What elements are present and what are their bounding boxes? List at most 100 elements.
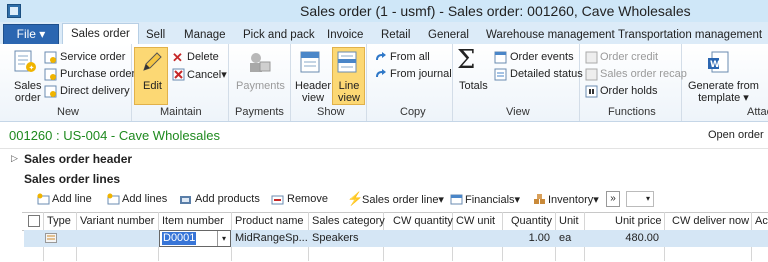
svg-text:W: W — [710, 60, 720, 70]
from-journal-button[interactable]: From journal — [390, 68, 452, 80]
add-products-button[interactable]: Add products — [195, 193, 260, 205]
order-holds-button[interactable]: Order holds — [600, 85, 657, 97]
copy-from-all-icon — [376, 52, 386, 60]
add-lines-button[interactable]: Add lines — [122, 193, 167, 205]
order-credit-icon — [585, 51, 598, 64]
toolbar-dropdown[interactable]: ▾ — [626, 191, 654, 207]
remove-icon — [271, 195, 284, 205]
delete-icon: ✕ — [172, 50, 183, 65]
order-holds-icon — [585, 85, 598, 98]
generate-from-template-button[interactable]: Generate from template ▾ — [688, 80, 759, 104]
ribbon-group-copy-label: Copy — [400, 106, 426, 118]
edit-label: Edit — [143, 80, 162, 92]
inventory-menu[interactable]: Inventory▾ — [548, 193, 599, 206]
service-order-button[interactable]: Service order — [60, 51, 125, 63]
tab-transportation-management[interactable]: Transportation management — [618, 26, 762, 44]
tab-sell[interactable]: Sell — [146, 26, 165, 44]
column-header-quantity[interactable]: Quantity — [511, 212, 552, 230]
dropdown-arrow-icon: ▾ — [645, 194, 650, 203]
purchase-order-icon — [44, 68, 57, 81]
tab-retail[interactable]: Retail — [381, 26, 410, 44]
item-number-value: D0001 — [162, 232, 197, 245]
sigma-icon: Σ — [457, 45, 476, 75]
more-commands-button[interactable]: » — [606, 191, 620, 207]
sales-order-line-menu[interactable]: Sales order line▾ — [362, 193, 444, 206]
tab-warehouse-management[interactable]: Warehouse management — [486, 26, 615, 44]
financials-menu[interactable]: Financials▾ — [465, 193, 520, 206]
line-type-icon — [45, 233, 57, 243]
svg-text:✦: ✦ — [29, 64, 35, 72]
add-line-button[interactable]: Add line — [52, 193, 92, 205]
sales-order-label-line2: order — [14, 92, 41, 104]
column-header-product-name[interactable]: Product name — [235, 212, 303, 230]
purchase-order-button[interactable]: Purchase order — [60, 68, 135, 80]
header-view-label-line2: view — [302, 92, 325, 104]
title-bar: Sales order (1 - usmf) - Sales order: 00… — [0, 0, 768, 22]
column-header-sales-category[interactable]: Sales category — [312, 212, 385, 230]
service-order-icon — [44, 51, 57, 64]
item-number-input[interactable]: D0001 ▾ — [159, 230, 231, 247]
tab-invoice[interactable]: Invoice — [327, 26, 363, 44]
line-view-icon — [337, 51, 357, 73]
column-header-truncated[interactable]: Ac — [755, 212, 768, 230]
column-header-cw-unit[interactable]: CW unit — [456, 212, 495, 230]
totals-button[interactable]: Totals — [459, 80, 488, 92]
unit-price-cell[interactable]: 480.00 — [584, 231, 659, 246]
cancel-button[interactable]: Cancel▾ — [187, 68, 227, 81]
item-number-dropdown-icon[interactable]: ▾ — [217, 231, 230, 246]
ribbon-group-attach-label: Attac — [747, 106, 768, 118]
record-info-bar: 001260 : US-004 - Cave Wholesales Open o… — [0, 122, 768, 149]
sales-order-header-section[interactable]: ▷ Sales order header — [0, 150, 768, 170]
quantity-cell[interactable]: 1.00 — [502, 231, 550, 246]
direct-delivery-button[interactable]: Direct delivery — [60, 85, 130, 97]
column-header-cw-deliver-now[interactable]: CW deliver now — [672, 212, 749, 230]
sales-category-cell[interactable]: Speakers — [312, 231, 358, 246]
tab-sales-order[interactable]: Sales order — [62, 23, 139, 46]
generate-from-template-icon: W — [708, 51, 729, 73]
payments-button[interactable]: Payments — [236, 80, 285, 92]
line-view-label-line2: view — [338, 92, 361, 104]
column-header-unit-price[interactable]: Unit price — [615, 212, 661, 230]
tab-manage[interactable]: Manage — [184, 26, 226, 44]
sales-order-button[interactable]: Sales order — [14, 80, 42, 104]
tab-general[interactable]: General — [428, 26, 469, 44]
cancel-icon — [172, 68, 185, 81]
copy-from-journal-icon — [376, 69, 386, 77]
section-title-header: Sales order header — [24, 152, 133, 166]
select-all-checkbox[interactable] — [28, 215, 40, 227]
record-identifier: 001260 : US-004 - Cave Wholesales — [9, 128, 221, 143]
app-icon — [7, 4, 21, 18]
line-view-label: Line view — [338, 80, 360, 104]
payments-icon — [250, 53, 271, 72]
column-header-item-number[interactable]: Item number — [162, 212, 224, 230]
window-title: Sales order (1 - usmf) - Sales order: 00… — [300, 3, 691, 19]
line-view-label-line1: Line — [338, 80, 360, 92]
column-header-unit[interactable]: Unit — [559, 212, 579, 230]
tab-pick-and-pack[interactable]: Pick and pack — [243, 26, 315, 44]
header-view-button[interactable]: Header view — [295, 80, 331, 104]
file-menu-button[interactable]: File ▾ — [3, 24, 59, 45]
lightning-icon: ⚡ — [347, 191, 364, 206]
column-header-type[interactable]: Type — [47, 212, 71, 230]
section-title-lines: Sales order lines — [24, 172, 121, 186]
unit-cell[interactable]: ea — [559, 231, 571, 246]
ribbon-group-new-label: New — [57, 106, 80, 118]
inventory-icon — [534, 194, 545, 204]
add-products-icon — [180, 196, 191, 204]
remove-button[interactable]: Remove — [287, 193, 328, 205]
ribbon-group-maintain-label: Maintain — [160, 106, 202, 118]
product-name-cell[interactable]: MidRangeSp... — [235, 231, 308, 246]
sales-order-recap-button[interactable]: Sales order recap — [600, 68, 687, 80]
column-header-variant-number[interactable]: Variant number — [80, 212, 154, 230]
detailed-status-button[interactable]: Detailed status — [510, 68, 583, 80]
header-view-icon — [300, 51, 320, 73]
column-header-cw-quantity[interactable]: CW quantity — [393, 212, 453, 230]
order-events-button[interactable]: Order events — [510, 51, 574, 63]
ribbon-group-show-label: Show — [317, 106, 345, 118]
expand-chevron-icon: ▷ — [11, 153, 18, 163]
financials-icon — [450, 194, 463, 205]
order-credit-button[interactable]: Order credit — [600, 51, 658, 63]
delete-button[interactable]: Delete — [187, 51, 219, 63]
header-view-label-line1: Header — [295, 80, 332, 92]
from-all-button[interactable]: From all — [390, 51, 430, 63]
